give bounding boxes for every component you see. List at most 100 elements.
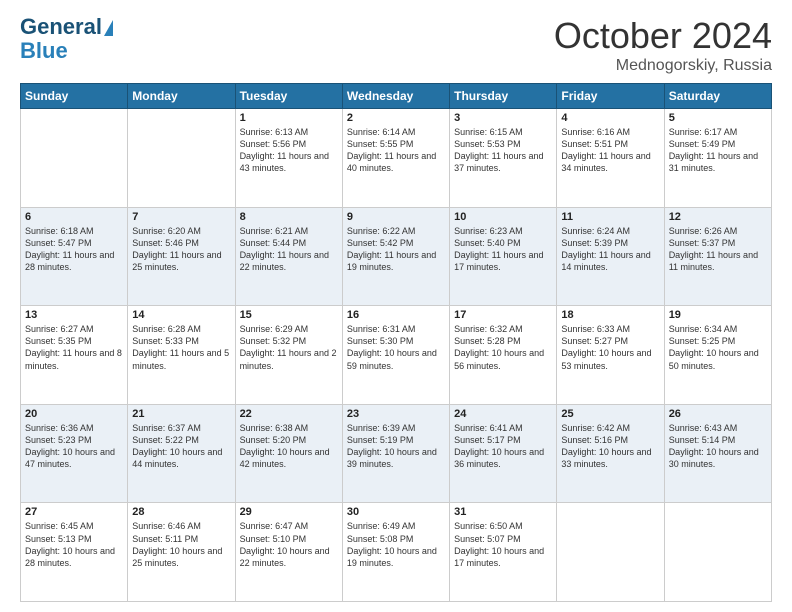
cell-info: Sunrise: 6:43 AM Sunset: 5:14 PM Dayligh… xyxy=(669,422,767,471)
calendar-cell: 14Sunrise: 6:28 AM Sunset: 5:33 PM Dayli… xyxy=(128,306,235,405)
cell-info: Sunrise: 6:38 AM Sunset: 5:20 PM Dayligh… xyxy=(240,422,338,471)
month-title: October 2024 xyxy=(554,15,772,57)
page: General Blue October 2024 Mednogorskiy, … xyxy=(0,0,792,612)
calendar-cell xyxy=(664,503,771,602)
cell-info: Sunrise: 6:28 AM Sunset: 5:33 PM Dayligh… xyxy=(132,323,230,372)
calendar-cell xyxy=(557,503,664,602)
day-number: 5 xyxy=(669,112,767,124)
calendar-cell: 27 Sunrise: 6:45 AM Sunset: 5:13 PM Dayli… xyxy=(21,503,128,602)
cell-info: Sunrise: 6:24 AM Sunset: 5:39 PM Dayligh… xyxy=(561,225,659,274)
week-row: 6Sunrise: 6:18 AM Sunset: 5:47 PM Daylig… xyxy=(21,207,772,306)
calendar-cell: 7 Sunrise: 6:20 AM Sunset: 5:46 PM Daylig… xyxy=(128,207,235,306)
calendar-cell: 22 Sunrise: 6:38 AM Sunset: 5:20 PM Dayli… xyxy=(235,404,342,503)
calendar-cell: 12 Sunrise: 6:26 AM Sunset: 5:37 PM Dayli… xyxy=(664,207,771,306)
cell-info: Sunrise: 6:46 AM Sunset: 5:11 PM Dayligh… xyxy=(132,520,230,569)
calendar-cell: 16 Sunrise: 6:31 AM Sunset: 5:30 PM Dayli… xyxy=(342,306,449,405)
day-number: 31 xyxy=(454,506,552,518)
calendar-cell: 31 Sunrise: 6:50 AM Sunset: 5:07 PM Dayli… xyxy=(450,503,557,602)
day-number: 23 xyxy=(347,408,445,420)
col-tuesday: Tuesday xyxy=(235,84,342,109)
cell-info: Sunrise: 6:14 AM Sunset: 5:55 PM Dayligh… xyxy=(347,126,445,175)
cell-info: Sunrise: 6:34 AM Sunset: 5:25 PM Dayligh… xyxy=(669,323,767,372)
calendar-cell: 2 Sunrise: 6:14 AM Sunset: 5:55 PM Daylig… xyxy=(342,109,449,208)
day-number: 10 xyxy=(454,211,552,223)
day-number: 25 xyxy=(561,408,659,420)
calendar-cell: 6Sunrise: 6:18 AM Sunset: 5:47 PM Daylig… xyxy=(21,207,128,306)
cell-info: Sunrise: 6:26 AM Sunset: 5:37 PM Dayligh… xyxy=(669,225,767,274)
day-number: 17 xyxy=(454,309,552,321)
cell-info: Sunrise: 6:21 AM Sunset: 5:44 PM Dayligh… xyxy=(240,225,338,274)
calendar-cell: 3 Sunrise: 6:15 AM Sunset: 5:53 PM Daylig… xyxy=(450,109,557,208)
cell-info: Sunrise: 6:39 AM Sunset: 5:19 PM Dayligh… xyxy=(347,422,445,471)
cell-info: Sunrise: 6:45 AM Sunset: 5:13 PM Dayligh… xyxy=(25,520,123,569)
cell-info: Sunrise: 6:13 AM Sunset: 5:56 PM Dayligh… xyxy=(240,126,338,175)
cell-info: Sunrise: 6:17 AM Sunset: 5:49 PM Dayligh… xyxy=(669,126,767,175)
cell-info: Sunrise: 6:22 AM Sunset: 5:42 PM Dayligh… xyxy=(347,225,445,274)
day-number: 16 xyxy=(347,309,445,321)
week-row: 1 Sunrise: 6:13 AM Sunset: 5:56 PM Daylig… xyxy=(21,109,772,208)
day-number: 21 xyxy=(132,408,230,420)
day-number: 26 xyxy=(669,408,767,420)
calendar-cell: 11Sunrise: 6:24 AM Sunset: 5:39 PM Dayli… xyxy=(557,207,664,306)
cell-info: Sunrise: 6:50 AM Sunset: 5:07 PM Dayligh… xyxy=(454,520,552,569)
day-number: 19 xyxy=(669,309,767,321)
day-number: 30 xyxy=(347,506,445,518)
logo-blue: Blue xyxy=(20,38,68,63)
day-number: 6 xyxy=(25,211,123,223)
calendar-cell: 8 Sunrise: 6:21 AM Sunset: 5:44 PM Daylig… xyxy=(235,207,342,306)
day-number: 7 xyxy=(132,211,230,223)
cell-info: Sunrise: 6:41 AM Sunset: 5:17 PM Dayligh… xyxy=(454,422,552,471)
title-block: October 2024 Mednogorskiy, Russia xyxy=(554,15,772,75)
day-number: 8 xyxy=(240,211,338,223)
cell-info: Sunrise: 6:42 AM Sunset: 5:16 PM Dayligh… xyxy=(561,422,659,471)
calendar-cell: 19 Sunrise: 6:34 AM Sunset: 5:25 PM Dayli… xyxy=(664,306,771,405)
col-monday: Monday xyxy=(128,84,235,109)
calendar-cell: 23 Sunrise: 6:39 AM Sunset: 5:19 PM Dayli… xyxy=(342,404,449,503)
day-number: 3 xyxy=(454,112,552,124)
logo-general: General xyxy=(20,15,113,39)
header: General Blue October 2024 Mednogorskiy, … xyxy=(20,15,772,75)
cell-info: Sunrise: 6:31 AM Sunset: 5:30 PM Dayligh… xyxy=(347,323,445,372)
header-row: Sunday Monday Tuesday Wednesday Thursday… xyxy=(21,84,772,109)
cell-info: Sunrise: 6:49 AM Sunset: 5:08 PM Dayligh… xyxy=(347,520,445,569)
week-row: 13 Sunrise: 6:27 AM Sunset: 5:35 PM Dayli… xyxy=(21,306,772,405)
calendar-cell: 4 Sunrise: 6:16 AM Sunset: 5:51 PM Daylig… xyxy=(557,109,664,208)
calendar-cell: 10 Sunrise: 6:23 AM Sunset: 5:40 PM Dayli… xyxy=(450,207,557,306)
cell-info: Sunrise: 6:16 AM Sunset: 5:51 PM Dayligh… xyxy=(561,126,659,175)
calendar-cell: 9Sunrise: 6:22 AM Sunset: 5:42 PM Daylig… xyxy=(342,207,449,306)
calendar-cell: 25 Sunrise: 6:42 AM Sunset: 5:16 PM Dayli… xyxy=(557,404,664,503)
day-number: 22 xyxy=(240,408,338,420)
calendar-cell: 29Sunrise: 6:47 AM Sunset: 5:10 PM Dayli… xyxy=(235,503,342,602)
day-number: 29 xyxy=(240,506,338,518)
cell-info: Sunrise: 6:36 AM Sunset: 5:23 PM Dayligh… xyxy=(25,422,123,471)
day-number: 2 xyxy=(347,112,445,124)
calendar: Sunday Monday Tuesday Wednesday Thursday… xyxy=(20,83,772,602)
calendar-cell: 15Sunrise: 6:29 AM Sunset: 5:32 PM Dayli… xyxy=(235,306,342,405)
calendar-cell: 21Sunrise: 6:37 AM Sunset: 5:22 PM Dayli… xyxy=(128,404,235,503)
day-number: 13 xyxy=(25,309,123,321)
cell-info: Sunrise: 6:27 AM Sunset: 5:35 PM Dayligh… xyxy=(25,323,123,372)
col-sunday: Sunday xyxy=(21,84,128,109)
col-wednesday: Wednesday xyxy=(342,84,449,109)
day-number: 12 xyxy=(669,211,767,223)
cell-info: Sunrise: 6:32 AM Sunset: 5:28 PM Dayligh… xyxy=(454,323,552,372)
calendar-cell: 17 Sunrise: 6:32 AM Sunset: 5:28 PM Dayli… xyxy=(450,306,557,405)
calendar-cell: 13 Sunrise: 6:27 AM Sunset: 5:35 PM Dayli… xyxy=(21,306,128,405)
cell-info: Sunrise: 6:23 AM Sunset: 5:40 PM Dayligh… xyxy=(454,225,552,274)
day-number: 20 xyxy=(25,408,123,420)
day-number: 28 xyxy=(132,506,230,518)
calendar-cell: 1 Sunrise: 6:13 AM Sunset: 5:56 PM Daylig… xyxy=(235,109,342,208)
cell-info: Sunrise: 6:29 AM Sunset: 5:32 PM Dayligh… xyxy=(240,323,338,372)
cell-info: Sunrise: 6:15 AM Sunset: 5:53 PM Dayligh… xyxy=(454,126,552,175)
cell-info: Sunrise: 6:20 AM Sunset: 5:46 PM Dayligh… xyxy=(132,225,230,274)
day-number: 4 xyxy=(561,112,659,124)
location: Mednogorskiy, Russia xyxy=(554,57,772,75)
day-number: 27 xyxy=(25,506,123,518)
day-number: 18 xyxy=(561,309,659,321)
calendar-cell: 24 Sunrise: 6:41 AM Sunset: 5:17 PM Dayli… xyxy=(450,404,557,503)
calendar-cell xyxy=(21,109,128,208)
calendar-cell: 18Sunrise: 6:33 AM Sunset: 5:27 PM Dayli… xyxy=(557,306,664,405)
day-number: 1 xyxy=(240,112,338,124)
day-number: 24 xyxy=(454,408,552,420)
calendar-cell xyxy=(128,109,235,208)
